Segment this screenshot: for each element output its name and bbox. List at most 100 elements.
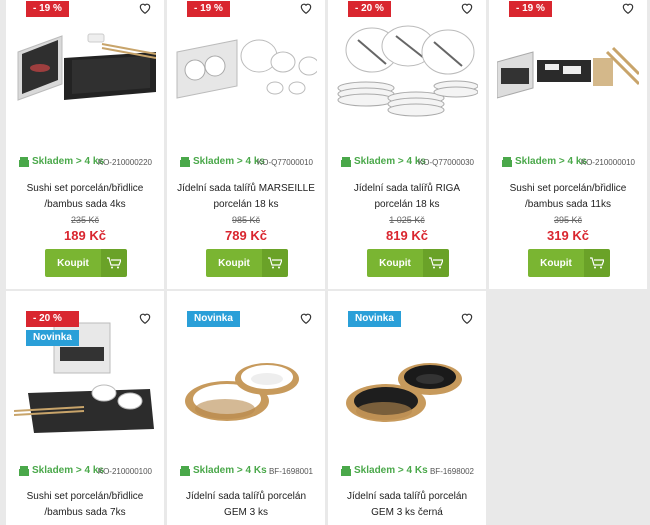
- price: 819 Kč: [386, 228, 428, 243]
- title-line: GEM 3 ks: [224, 507, 268, 518]
- buy-button[interactable]: Koupit: [367, 249, 449, 277]
- product-image[interactable]: [175, 22, 317, 127]
- stock-text: Skladem > 4 ks: [193, 156, 265, 167]
- box-icon: [19, 465, 29, 476]
- new-badge: Novinka: [348, 311, 401, 327]
- product-image[interactable]: [336, 317, 478, 435]
- cart-icon: [584, 249, 610, 277]
- title-line: /bambus sada 11ks: [525, 199, 611, 210]
- buy-button[interactable]: Koupit: [206, 249, 288, 277]
- product-code: KO-210000220: [97, 158, 152, 167]
- stock-status: Skladem > 4 ks: [19, 156, 104, 167]
- discount-badge: - 19 %: [187, 1, 230, 17]
- product-card[interactable]: - 19 % Skladem > 4 ks KO-Q77000010 Jídel…: [167, 0, 325, 289]
- discount-badge: - 20 %: [26, 311, 79, 327]
- empty-grid-slot: [489, 291, 647, 525]
- heart-icon[interactable]: [460, 311, 474, 325]
- price: 189 Kč: [64, 228, 106, 243]
- discount-badge: - 20 %: [348, 1, 391, 17]
- stock-status: Skladem > 4 ks: [180, 156, 265, 167]
- product-code: KO-210000100: [97, 467, 152, 476]
- product-card[interactable]: Novinka Skladem > 4 Ks BF-1698002 Jídeln…: [328, 291, 486, 525]
- title-line: porcelán 18 ks: [374, 199, 440, 210]
- price: 789 Kč: [225, 228, 267, 243]
- product-grid: - 19 % Skladem > 4 ks KO-210000220 Sushi…: [0, 0, 650, 525]
- title-line: Jídelní sada talířů MARSEILLE: [177, 183, 315, 194]
- heart-icon[interactable]: [299, 1, 313, 15]
- product-code: KO-210000010: [580, 158, 635, 167]
- box-icon: [341, 156, 351, 167]
- cart-icon: [423, 249, 449, 277]
- heart-icon[interactable]: [460, 1, 474, 15]
- product-image[interactable]: [175, 317, 317, 435]
- stock-text: Skladem > 4 ks: [32, 156, 104, 167]
- new-badge: Novinka: [26, 330, 79, 346]
- product-image[interactable]: [336, 22, 478, 127]
- badges: - 19 %: [509, 1, 552, 17]
- discount-badge: - 19 %: [26, 1, 69, 17]
- old-price: 235 Kč: [70, 215, 100, 225]
- box-icon: [341, 465, 351, 476]
- stock-status: Skladem > 4 ks: [19, 465, 104, 476]
- cart-icon: [101, 249, 127, 277]
- heart-icon[interactable]: [621, 1, 635, 15]
- heart-icon[interactable]: [138, 1, 152, 15]
- price: 319 Kč: [547, 228, 589, 243]
- product-title[interactable]: Jídelní sada talířů MARSEILLE porcelán 1…: [173, 181, 319, 213]
- badges: Novinka: [187, 311, 240, 327]
- title-line: Sushi set porcelán/břidlice: [26, 183, 144, 194]
- stock-status: Skladem > 4 Ks: [180, 465, 267, 476]
- heart-icon[interactable]: [299, 311, 313, 325]
- badges: - 19 %: [187, 1, 230, 17]
- stock-status: Skladem > 4 ks: [341, 156, 426, 167]
- buy-label: Koupit: [45, 249, 101, 277]
- box-icon: [180, 156, 190, 167]
- box-icon: [19, 156, 29, 167]
- product-image[interactable]: [14, 22, 156, 127]
- product-code: KO-Q77000010: [256, 158, 313, 167]
- title-line: GEM 3 ks černá: [371, 507, 443, 518]
- new-badge: Novinka: [187, 311, 240, 327]
- title-line: Sushi set porcelán/břidlice: [26, 491, 144, 502]
- old-price: 395 Kč: [553, 215, 583, 225]
- product-code: BF-1698001: [268, 467, 313, 476]
- buy-label: Koupit: [206, 249, 262, 277]
- heart-icon[interactable]: [138, 311, 152, 325]
- title-line: porcelán 18 ks: [213, 199, 279, 210]
- buy-button[interactable]: Koupit: [45, 249, 127, 277]
- product-card[interactable]: - 19 % Skladem > 4 ks KO-210000220 Sushi…: [6, 0, 164, 289]
- stock-text: Skladem > 4 ks: [515, 156, 587, 167]
- title-line: /bambus sada 4ks: [44, 199, 126, 210]
- box-icon: [180, 465, 190, 476]
- old-price: 1 025 Kč: [389, 215, 425, 225]
- discount-badge: - 19 %: [509, 1, 552, 17]
- product-card[interactable]: Novinka Skladem > 4 Ks BF-1698001 Jídeln…: [167, 291, 325, 525]
- badges: - 20 % Novinka: [26, 311, 79, 346]
- product-code: KO-Q77000030: [417, 158, 474, 167]
- cart-icon: [262, 249, 288, 277]
- stock-text: Skladem > 4 Ks: [354, 465, 428, 476]
- buy-label: Koupit: [367, 249, 423, 277]
- stock-status: Skladem > 4 Ks: [341, 465, 428, 476]
- stock-text: Skladem > 4 ks: [32, 465, 104, 476]
- product-title[interactable]: Sushi set porcelán/břidlice /bambus sada…: [495, 181, 641, 213]
- old-price: 985 Kč: [231, 215, 261, 225]
- box-icon: [502, 156, 512, 167]
- badges: Novinka: [348, 311, 401, 327]
- product-title[interactable]: Sushi set porcelán/břidlice /bambus sada…: [12, 181, 158, 213]
- product-card[interactable]: - 19 % Skladem > 4 ks KO-210000010 Sushi…: [489, 0, 647, 289]
- buy-label: Koupit: [528, 249, 584, 277]
- product-title[interactable]: Jídelní sada talířů porcelán GEM 3 ks: [173, 489, 319, 521]
- product-code: BF-1698002: [429, 467, 474, 476]
- product-card[interactable]: - 20 % Skladem > 4 ks KO-Q77000030 Jídel…: [328, 0, 486, 289]
- product-image[interactable]: [497, 22, 639, 127]
- product-title[interactable]: Jídelní sada talířů porcelán GEM 3 ks če…: [334, 489, 480, 521]
- buy-button[interactable]: Koupit: [528, 249, 610, 277]
- badges: - 19 %: [26, 1, 69, 17]
- title-line: Jídelní sada talířů porcelán: [346, 491, 468, 502]
- product-card[interactable]: - 20 % Novinka Skladem > 4 ks KO-2100001…: [6, 291, 164, 525]
- title-line: /bambus sada 7ks: [44, 507, 126, 518]
- product-title[interactable]: Jídelní sada talířů RIGA porcelán 18 ks: [334, 181, 480, 213]
- product-title[interactable]: Sushi set porcelán/břidlice /bambus sada…: [12, 489, 158, 521]
- title-line: Jídelní sada talířů porcelán: [185, 491, 307, 502]
